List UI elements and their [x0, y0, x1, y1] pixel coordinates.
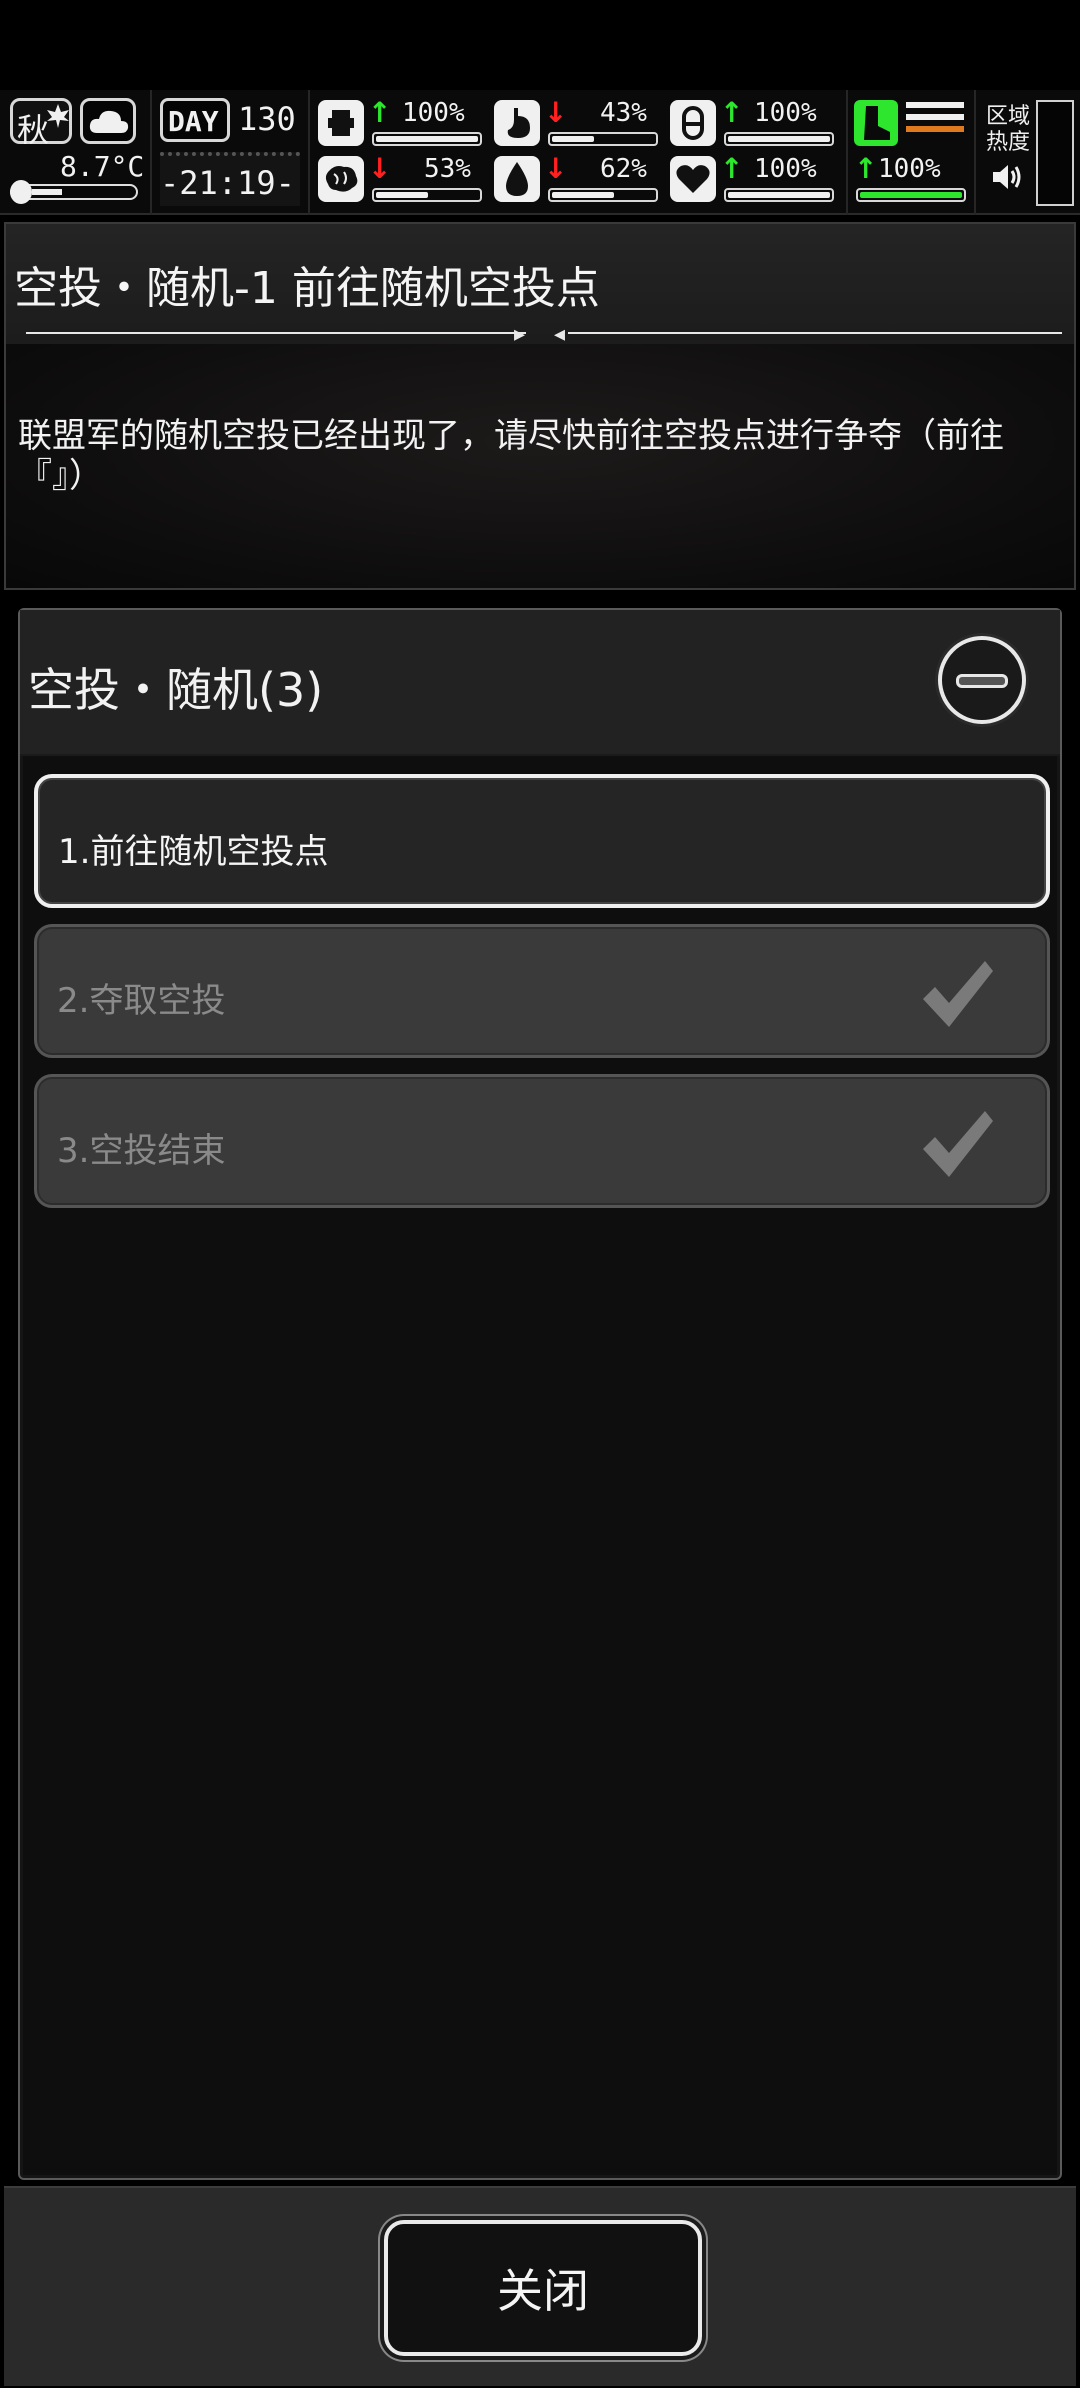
first-aid-kit-icon — [318, 100, 364, 146]
quest-steps-panel[interactable]: 空投・随机(3) 1.前往随机空投点 2.夺取空投 3.空投结束 — [18, 608, 1062, 2180]
stat-sanity: ↓ 53% — [316, 152, 492, 208]
bottom-bar: 关闭 — [4, 2186, 1076, 2386]
status-hud: 秋 8.7°C DAY 130 -21:19- ↑ 100% ↓ 43% ↑ 1… — [0, 90, 1080, 215]
weather-block: 秋 8.7°C — [0, 90, 150, 215]
water-drop-icon — [494, 156, 540, 202]
quest-description-area: 联盟军的随机空投已经出现了，请尽快前往空投点进行争夺（前往『』） — [6, 344, 1074, 588]
day-number: 130 — [238, 100, 296, 138]
steps-title: 空投・随机(3) — [28, 663, 324, 717]
stat-bar — [548, 132, 658, 146]
step-label: 3.空投结束 — [57, 1131, 226, 1171]
stomach-icon — [494, 100, 540, 146]
pill-icon — [670, 100, 716, 146]
checkmark-icon — [923, 1111, 993, 1177]
quest-title: 空投・随机-1 前往随机空投点 — [14, 263, 600, 314]
brain-icon — [318, 156, 364, 202]
collapse-button[interactable] — [938, 636, 1026, 724]
stat-value: 53% — [424, 154, 471, 184]
stat-thirst: ↓ 62% — [492, 152, 668, 208]
minus-icon — [956, 674, 1008, 688]
hud-divider — [974, 90, 976, 215]
clock-text: -21:19- — [160, 164, 295, 202]
stats-grid: ↑ 100% ↓ 43% ↑ 100% ↓ 53% ↓ 62% ↑ 100% — [316, 90, 844, 215]
boot-icon — [854, 100, 898, 146]
quest-step-3[interactable]: 3.空投结束 — [34, 1074, 1050, 1208]
trend-up-icon: ↑ — [368, 96, 392, 129]
step-label: 2.夺取空投 — [57, 981, 226, 1021]
stat-value: 100% — [402, 98, 465, 128]
heart-icon — [670, 156, 716, 202]
hud-divider — [150, 90, 152, 215]
stat-bar — [372, 188, 482, 202]
checkmark-icon — [923, 961, 993, 1027]
temperature-text: 8.7°C — [60, 150, 145, 183]
stat-value: 100% — [754, 154, 817, 184]
stat-medicine: ↑ 100% — [668, 96, 844, 152]
quest-title-bar: 空投・随机-1 前往随机空投点 ▸ ◂ — [6, 224, 1074, 347]
stat-value: 43% — [600, 98, 647, 128]
trend-down-icon: ↓ — [544, 152, 568, 185]
zone-heat-label: 区域热度 — [986, 104, 1031, 155]
hud-divider — [846, 90, 848, 215]
stat-value: 100% — [754, 98, 817, 128]
trend-up-icon: ↑ — [720, 152, 744, 185]
trend-down-icon: ↓ — [368, 152, 392, 185]
hud-divider — [308, 90, 310, 215]
stamina-block: ↑ 100% — [850, 90, 972, 215]
quest-info-panel: 空投・随机-1 前往随机空投点 ▸ ◂ 联盟军的随机空投已经出现了，请尽快前往空… — [4, 222, 1076, 590]
stat-bar — [724, 132, 834, 146]
stamina-stripes — [906, 102, 964, 144]
step-label: 1.前往随机空投点 — [58, 832, 329, 872]
speaker-icon[interactable] — [990, 160, 1024, 194]
quest-step-1[interactable]: 1.前往随机空投点 — [34, 774, 1050, 908]
maple-leaf-icon — [47, 104, 69, 128]
cloud-icon — [80, 98, 136, 144]
stamina-value: 100% — [878, 154, 941, 184]
day-label: DAY — [168, 105, 219, 138]
quest-step-2[interactable]: 2.夺取空投 — [34, 924, 1050, 1058]
title-divider-left — [26, 332, 526, 334]
stamina-bar — [856, 188, 966, 202]
zone-heat-block[interactable]: 区域热度 — [978, 90, 1080, 215]
thermometer-icon — [10, 180, 138, 204]
game-screen: 秋 8.7°C DAY 130 -21:19- ↑ 100% ↓ 43% ↑ 1… — [0, 0, 1080, 2388]
title-divider-right — [568, 332, 1062, 334]
day-badge: DAY — [160, 98, 230, 142]
close-button[interactable]: 关闭 — [384, 2220, 702, 2356]
clock-display: -21:19- — [160, 152, 300, 206]
stat-hunger: ↓ 43% — [492, 96, 668, 152]
stat-bar — [548, 188, 658, 202]
quest-description: 联盟军的随机空投已经出现了，请尽快前往空投点进行争夺（前往『』） — [18, 416, 1004, 496]
day-time-block: DAY 130 -21:19- — [156, 90, 306, 215]
zone-heat-meter — [1036, 100, 1074, 206]
stat-bar — [372, 132, 482, 146]
steps-header: 空投・随机(3) — [20, 610, 1060, 756]
trend-up-icon: ↑ — [854, 152, 878, 185]
stat-mood: ↑ 100% — [668, 152, 844, 208]
trend-up-icon: ↑ — [720, 96, 744, 129]
stat-health: ↑ 100% — [316, 96, 492, 152]
season-badge: 秋 — [10, 98, 72, 149]
stat-bar — [724, 188, 834, 202]
trend-down-icon: ↓ — [544, 96, 568, 129]
stat-value: 62% — [600, 154, 647, 184]
